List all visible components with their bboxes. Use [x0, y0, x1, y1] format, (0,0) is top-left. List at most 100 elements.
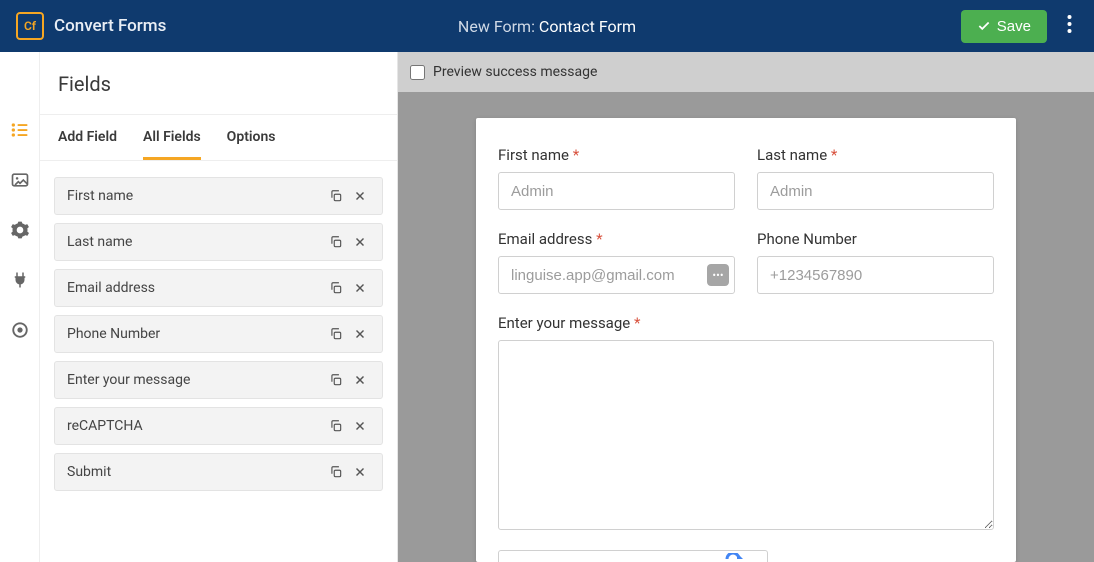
field-item[interactable]: Enter your message	[54, 361, 383, 399]
gear-icon	[10, 220, 30, 240]
form-name: Contact Form	[539, 17, 636, 36]
brand: Cf Convert Forms	[16, 12, 166, 40]
delete-button[interactable]	[348, 460, 372, 484]
copy-icon	[329, 235, 343, 249]
delete-button[interactable]	[348, 368, 372, 392]
field-item-label: Enter your message	[67, 372, 324, 388]
field-item[interactable]: reCAPTCHA	[54, 407, 383, 445]
first-name-label: First name *	[498, 146, 735, 164]
brand-name: Convert Forms	[54, 16, 166, 36]
email-autofill-button[interactable]: •••	[707, 264, 729, 286]
behavior-rail-icon[interactable]	[10, 320, 30, 340]
more-menu-button[interactable]	[1061, 9, 1078, 43]
required-marker: *	[831, 146, 837, 164]
first-name-input[interactable]	[498, 172, 735, 210]
copy-icon	[329, 419, 343, 433]
duplicate-button[interactable]	[324, 230, 348, 254]
duplicate-button[interactable]	[324, 276, 348, 300]
field-item-label: reCAPTCHA	[67, 418, 324, 434]
preview-success-label: Preview success message	[433, 64, 597, 80]
duplicate-button[interactable]	[324, 184, 348, 208]
delete-button[interactable]	[348, 322, 372, 346]
field-item[interactable]: Phone Number	[54, 315, 383, 353]
page-title: New Form: Contact Form	[458, 17, 636, 36]
settings-rail-icon[interactable]	[10, 220, 30, 240]
last-name-label-text: Last name	[757, 146, 827, 164]
canvas-toolbar: Preview success message	[398, 52, 1094, 92]
copy-icon	[329, 465, 343, 479]
preview-success-checkbox[interactable]	[410, 65, 425, 80]
duplicate-button[interactable]	[324, 322, 348, 346]
duplicate-button[interactable]	[324, 414, 348, 438]
form-preview: First name * Last name * Email address *…	[476, 118, 1016, 562]
close-icon	[353, 465, 367, 479]
kebab-icon	[1067, 15, 1072, 33]
canvas: Preview success message First name * Las…	[398, 52, 1094, 562]
sidebar-tabs: Add Field All Fields Options	[40, 115, 397, 161]
check-icon	[977, 19, 991, 33]
close-icon	[353, 189, 367, 203]
required-marker: *	[573, 146, 579, 164]
email-label-text: Email address	[498, 230, 592, 248]
tab-options[interactable]: Options	[227, 115, 276, 160]
design-rail-icon[interactable]	[10, 170, 30, 190]
phone-label: Phone Number	[757, 230, 994, 248]
close-icon	[353, 327, 367, 341]
save-label: Save	[997, 18, 1031, 35]
email-input[interactable]	[498, 256, 735, 294]
field-list: First name Last name Email address Phone…	[40, 161, 397, 507]
field-item[interactable]: Last name	[54, 223, 383, 261]
field-item-label: Phone Number	[67, 326, 324, 342]
list-icon	[10, 120, 30, 140]
copy-icon	[329, 327, 343, 341]
top-header: Cf Convert Forms New Form: Contact Form …	[0, 0, 1094, 52]
field-item-label: Submit	[67, 464, 324, 480]
last-name-input[interactable]	[757, 172, 994, 210]
close-icon	[353, 281, 367, 295]
delete-button[interactable]	[348, 230, 372, 254]
field-item[interactable]: Email address	[54, 269, 383, 307]
field-item[interactable]: Submit	[54, 453, 383, 491]
recaptcha-icon	[725, 553, 749, 562]
copy-icon	[329, 189, 343, 203]
email-label: Email address *	[498, 230, 735, 248]
required-marker: *	[634, 314, 640, 332]
last-name-label: Last name *	[757, 146, 994, 164]
plug-icon	[11, 271, 29, 289]
left-icon-rail	[0, 52, 40, 562]
message-label-text: Enter your message	[498, 314, 630, 332]
field-item-label: First name	[67, 188, 324, 204]
field-item[interactable]: First name	[54, 177, 383, 215]
copy-icon	[329, 281, 343, 295]
brand-initials: Cf	[24, 19, 36, 33]
required-marker: *	[596, 230, 602, 248]
message-textarea[interactable]	[498, 340, 994, 530]
tab-add-field[interactable]: Add Field	[58, 115, 117, 160]
first-name-label-text: First name	[498, 146, 569, 164]
title-prefix: New Form:	[458, 17, 535, 36]
fields-rail-icon[interactable]	[10, 120, 30, 140]
record-icon	[11, 321, 29, 339]
recaptcha-widget[interactable]	[498, 550, 768, 562]
brand-logo-icon: Cf	[16, 12, 44, 40]
close-icon	[353, 419, 367, 433]
close-icon	[353, 373, 367, 387]
phone-input[interactable]	[757, 256, 994, 294]
copy-icon	[329, 373, 343, 387]
delete-button[interactable]	[348, 276, 372, 300]
close-icon	[353, 235, 367, 249]
duplicate-button[interactable]	[324, 460, 348, 484]
phone-label-text: Phone Number	[757, 230, 857, 248]
delete-button[interactable]	[348, 414, 372, 438]
fields-sidebar: Fields Add Field All Fields Options Firs…	[40, 52, 398, 562]
field-item-label: Last name	[67, 234, 324, 250]
delete-button[interactable]	[348, 184, 372, 208]
integrations-rail-icon[interactable]	[10, 270, 30, 290]
tab-all-fields[interactable]: All Fields	[143, 115, 201, 160]
image-icon	[10, 170, 30, 190]
save-button[interactable]: Save	[961, 10, 1047, 43]
duplicate-button[interactable]	[324, 368, 348, 392]
sidebar-title: Fields	[40, 52, 397, 115]
field-item-label: Email address	[67, 280, 324, 296]
message-label: Enter your message *	[498, 314, 994, 332]
